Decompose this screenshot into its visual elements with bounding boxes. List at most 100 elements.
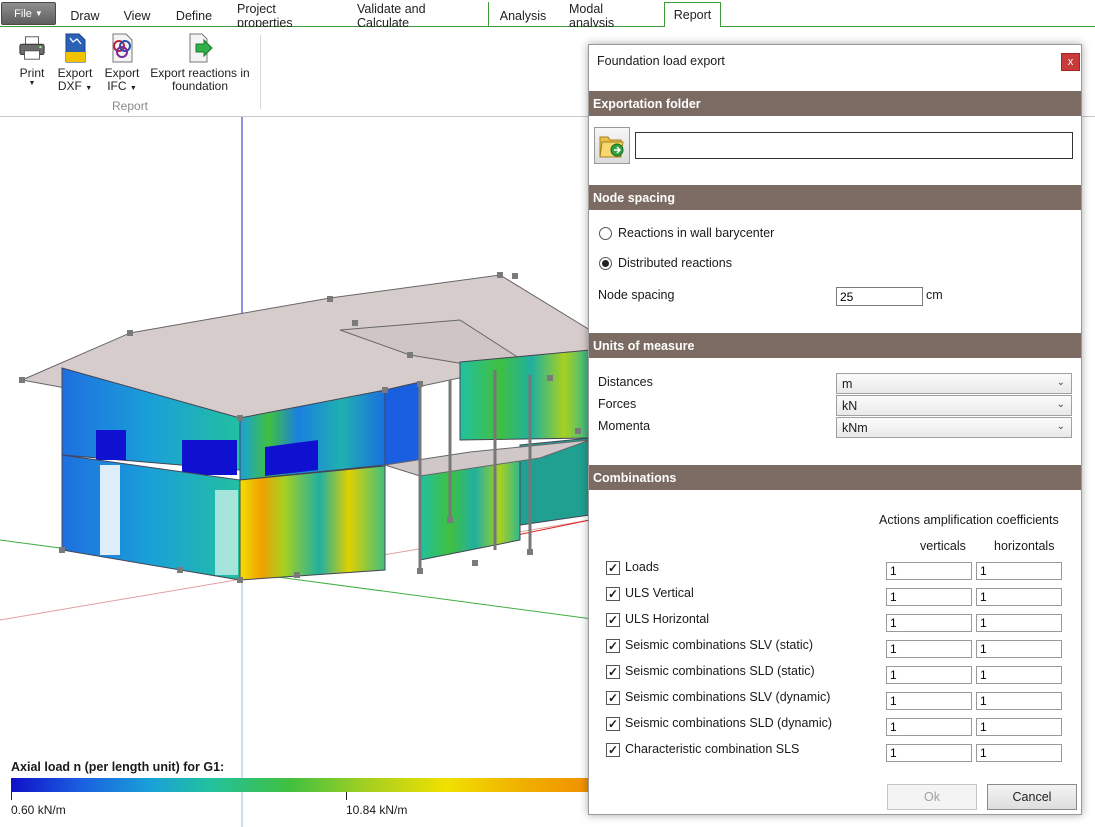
tab-modal-analysis[interactable]: Modal analysis xyxy=(563,2,656,30)
tab-separator xyxy=(488,2,489,26)
horizontal-coefficient-input[interactable] xyxy=(976,588,1062,606)
checkbox[interactable]: ✓ xyxy=(606,717,620,731)
ifc-file-icon xyxy=(108,33,136,63)
forces-select[interactable]: kN ⌄ xyxy=(836,395,1072,416)
vertical-coefficient-input[interactable] xyxy=(886,614,972,632)
combination-row: ✓ Loads xyxy=(606,559,1066,581)
distances-select[interactable]: m ⌄ xyxy=(836,373,1072,394)
checkbox[interactable]: ✓ xyxy=(606,665,620,679)
tab-label: Project properties xyxy=(237,2,293,30)
export-document-icon xyxy=(186,33,214,63)
checkbox[interactable]: ✓ xyxy=(606,561,620,575)
combination-label: ULS Vertical xyxy=(625,586,694,600)
radio-distributed-reactions[interactable]: Distributed reactions xyxy=(599,256,732,270)
vertical-coefficient-input[interactable] xyxy=(886,718,972,736)
node-spacing-label: Node spacing xyxy=(598,288,675,302)
select-value: kNm xyxy=(842,421,868,435)
print-label: Print xyxy=(19,66,45,80)
ribbon-tab-bar: File ▼ Draw View Define Project properti… xyxy=(0,0,1095,30)
combination-row: ✓ Characteristic combination SLS xyxy=(606,741,1066,763)
combination-row: ✓ ULS Vertical xyxy=(606,585,1066,607)
vertical-coefficient-input[interactable] xyxy=(886,744,972,762)
chevron-down-icon: ▼ xyxy=(34,9,43,18)
legend-min-value: 0.60 kN/m xyxy=(11,803,66,817)
combination-label: ULS Horizontal xyxy=(625,612,710,626)
horizontal-coefficient-input[interactable] xyxy=(976,744,1062,762)
legend-tick-mid xyxy=(346,792,347,800)
tab-report[interactable]: Report xyxy=(664,2,721,28)
momenta-select[interactable]: kNm ⌄ xyxy=(836,417,1072,438)
vertical-coefficient-input[interactable] xyxy=(886,588,972,606)
chevron-down-icon: ⌄ xyxy=(1056,377,1065,388)
export-reactions-label-2: foundation xyxy=(171,79,229,93)
tab-label: View xyxy=(123,9,151,23)
horizontal-coefficient-input[interactable] xyxy=(976,718,1062,736)
tab-analysis[interactable]: Analysis xyxy=(495,5,551,27)
tab-label: Modal analysis xyxy=(569,2,615,30)
select-value: m xyxy=(842,377,853,391)
export-dxf-button[interactable]: Export DXF ▼ xyxy=(57,33,93,93)
checkbox[interactable]: ✓ xyxy=(606,587,620,601)
horizontal-coefficient-input[interactable] xyxy=(976,614,1062,632)
select-value: kN xyxy=(842,399,858,413)
file-menu-button[interactable]: File ▼ xyxy=(1,2,56,25)
combination-row: ✓ ULS Horizontal xyxy=(606,611,1066,633)
export-dxf-label-2: DXF xyxy=(57,79,82,93)
combination-row: ✓ Seismic combinations SLV (static) xyxy=(606,637,1066,659)
legend-mid-value: 10.84 kN/m xyxy=(346,803,408,817)
dxf-file-icon xyxy=(61,33,89,63)
browse-folder-button[interactable] xyxy=(594,127,630,164)
cancel-button[interactable]: Cancel xyxy=(987,784,1077,810)
combination-label: Loads xyxy=(625,560,660,574)
checkbox[interactable]: ✓ xyxy=(606,743,620,757)
checkbox[interactable]: ✓ xyxy=(606,613,620,627)
export-reactions-button[interactable]: Export reactions in foundation xyxy=(148,33,252,93)
ok-label: Ok xyxy=(924,790,940,804)
vertical-coefficient-input[interactable] xyxy=(886,562,972,580)
section-exportation-folder: Exportation folder xyxy=(589,91,1081,116)
tab-define[interactable]: Define xyxy=(169,5,219,27)
radio-wall-barycenter[interactable]: Reactions in wall barycenter xyxy=(599,226,774,240)
horizontal-coefficient-input[interactable] xyxy=(976,692,1062,710)
chevron-down-icon: ▼ xyxy=(85,85,93,92)
distances-label: Distances xyxy=(598,375,653,389)
section-combinations: Combinations xyxy=(589,465,1081,490)
close-button[interactable]: x xyxy=(1061,53,1080,71)
combination-label: Characteristic combination SLS xyxy=(625,742,800,756)
printer-icon xyxy=(18,33,46,63)
checkbox[interactable]: ✓ xyxy=(606,639,620,653)
combination-label: Seismic combinations SLD (static) xyxy=(625,664,815,678)
combination-label: Seismic combinations SLV (dynamic) xyxy=(625,690,831,704)
radio-selected-icon xyxy=(599,256,612,270)
export-ifc-button[interactable]: Export IFC ▼ xyxy=(104,33,140,93)
close-icon: x xyxy=(1067,56,1074,68)
tab-view[interactable]: View xyxy=(117,5,157,27)
tab-draw[interactable]: Draw xyxy=(64,5,106,27)
horizontals-header: horizontals xyxy=(994,539,1055,553)
tab-validate-calculate[interactable]: Validate and Calculate xyxy=(351,2,482,30)
cancel-label: Cancel xyxy=(1012,790,1052,804)
export-folder-input[interactable] xyxy=(635,132,1073,159)
chevron-down-icon: ▼ xyxy=(129,85,137,92)
horizontal-coefficient-input[interactable] xyxy=(976,640,1062,658)
section-units-of-measure: Units of measure xyxy=(589,333,1081,358)
vertical-coefficient-input[interactable] xyxy=(886,692,972,710)
tab-label: Validate and Calculate xyxy=(357,2,426,30)
print-button[interactable]: Print ▼ xyxy=(14,33,50,88)
dialog-title: Foundation load export xyxy=(597,54,725,68)
export-ifc-label-2: IFC xyxy=(107,79,127,93)
node-spacing-input[interactable] xyxy=(836,287,923,306)
folder-icon xyxy=(599,136,624,157)
checkbox[interactable]: ✓ xyxy=(606,691,620,705)
tab-project-properties[interactable]: Project properties xyxy=(231,2,338,30)
tab-label: Draw xyxy=(70,9,100,23)
tab-label: Analysis xyxy=(499,9,547,23)
radio-label: Reactions in wall barycenter xyxy=(618,226,775,240)
vertical-coefficient-input[interactable] xyxy=(886,666,972,684)
foundation-load-export-dialog: Foundation load export x Exportation fol… xyxy=(588,44,1082,815)
chevron-down-icon: ▼ xyxy=(28,80,36,87)
vertical-coefficient-input[interactable] xyxy=(886,640,972,658)
horizontal-coefficient-input[interactable] xyxy=(976,666,1062,684)
ok-button[interactable]: Ok xyxy=(887,784,977,810)
horizontal-coefficient-input[interactable] xyxy=(976,562,1062,580)
